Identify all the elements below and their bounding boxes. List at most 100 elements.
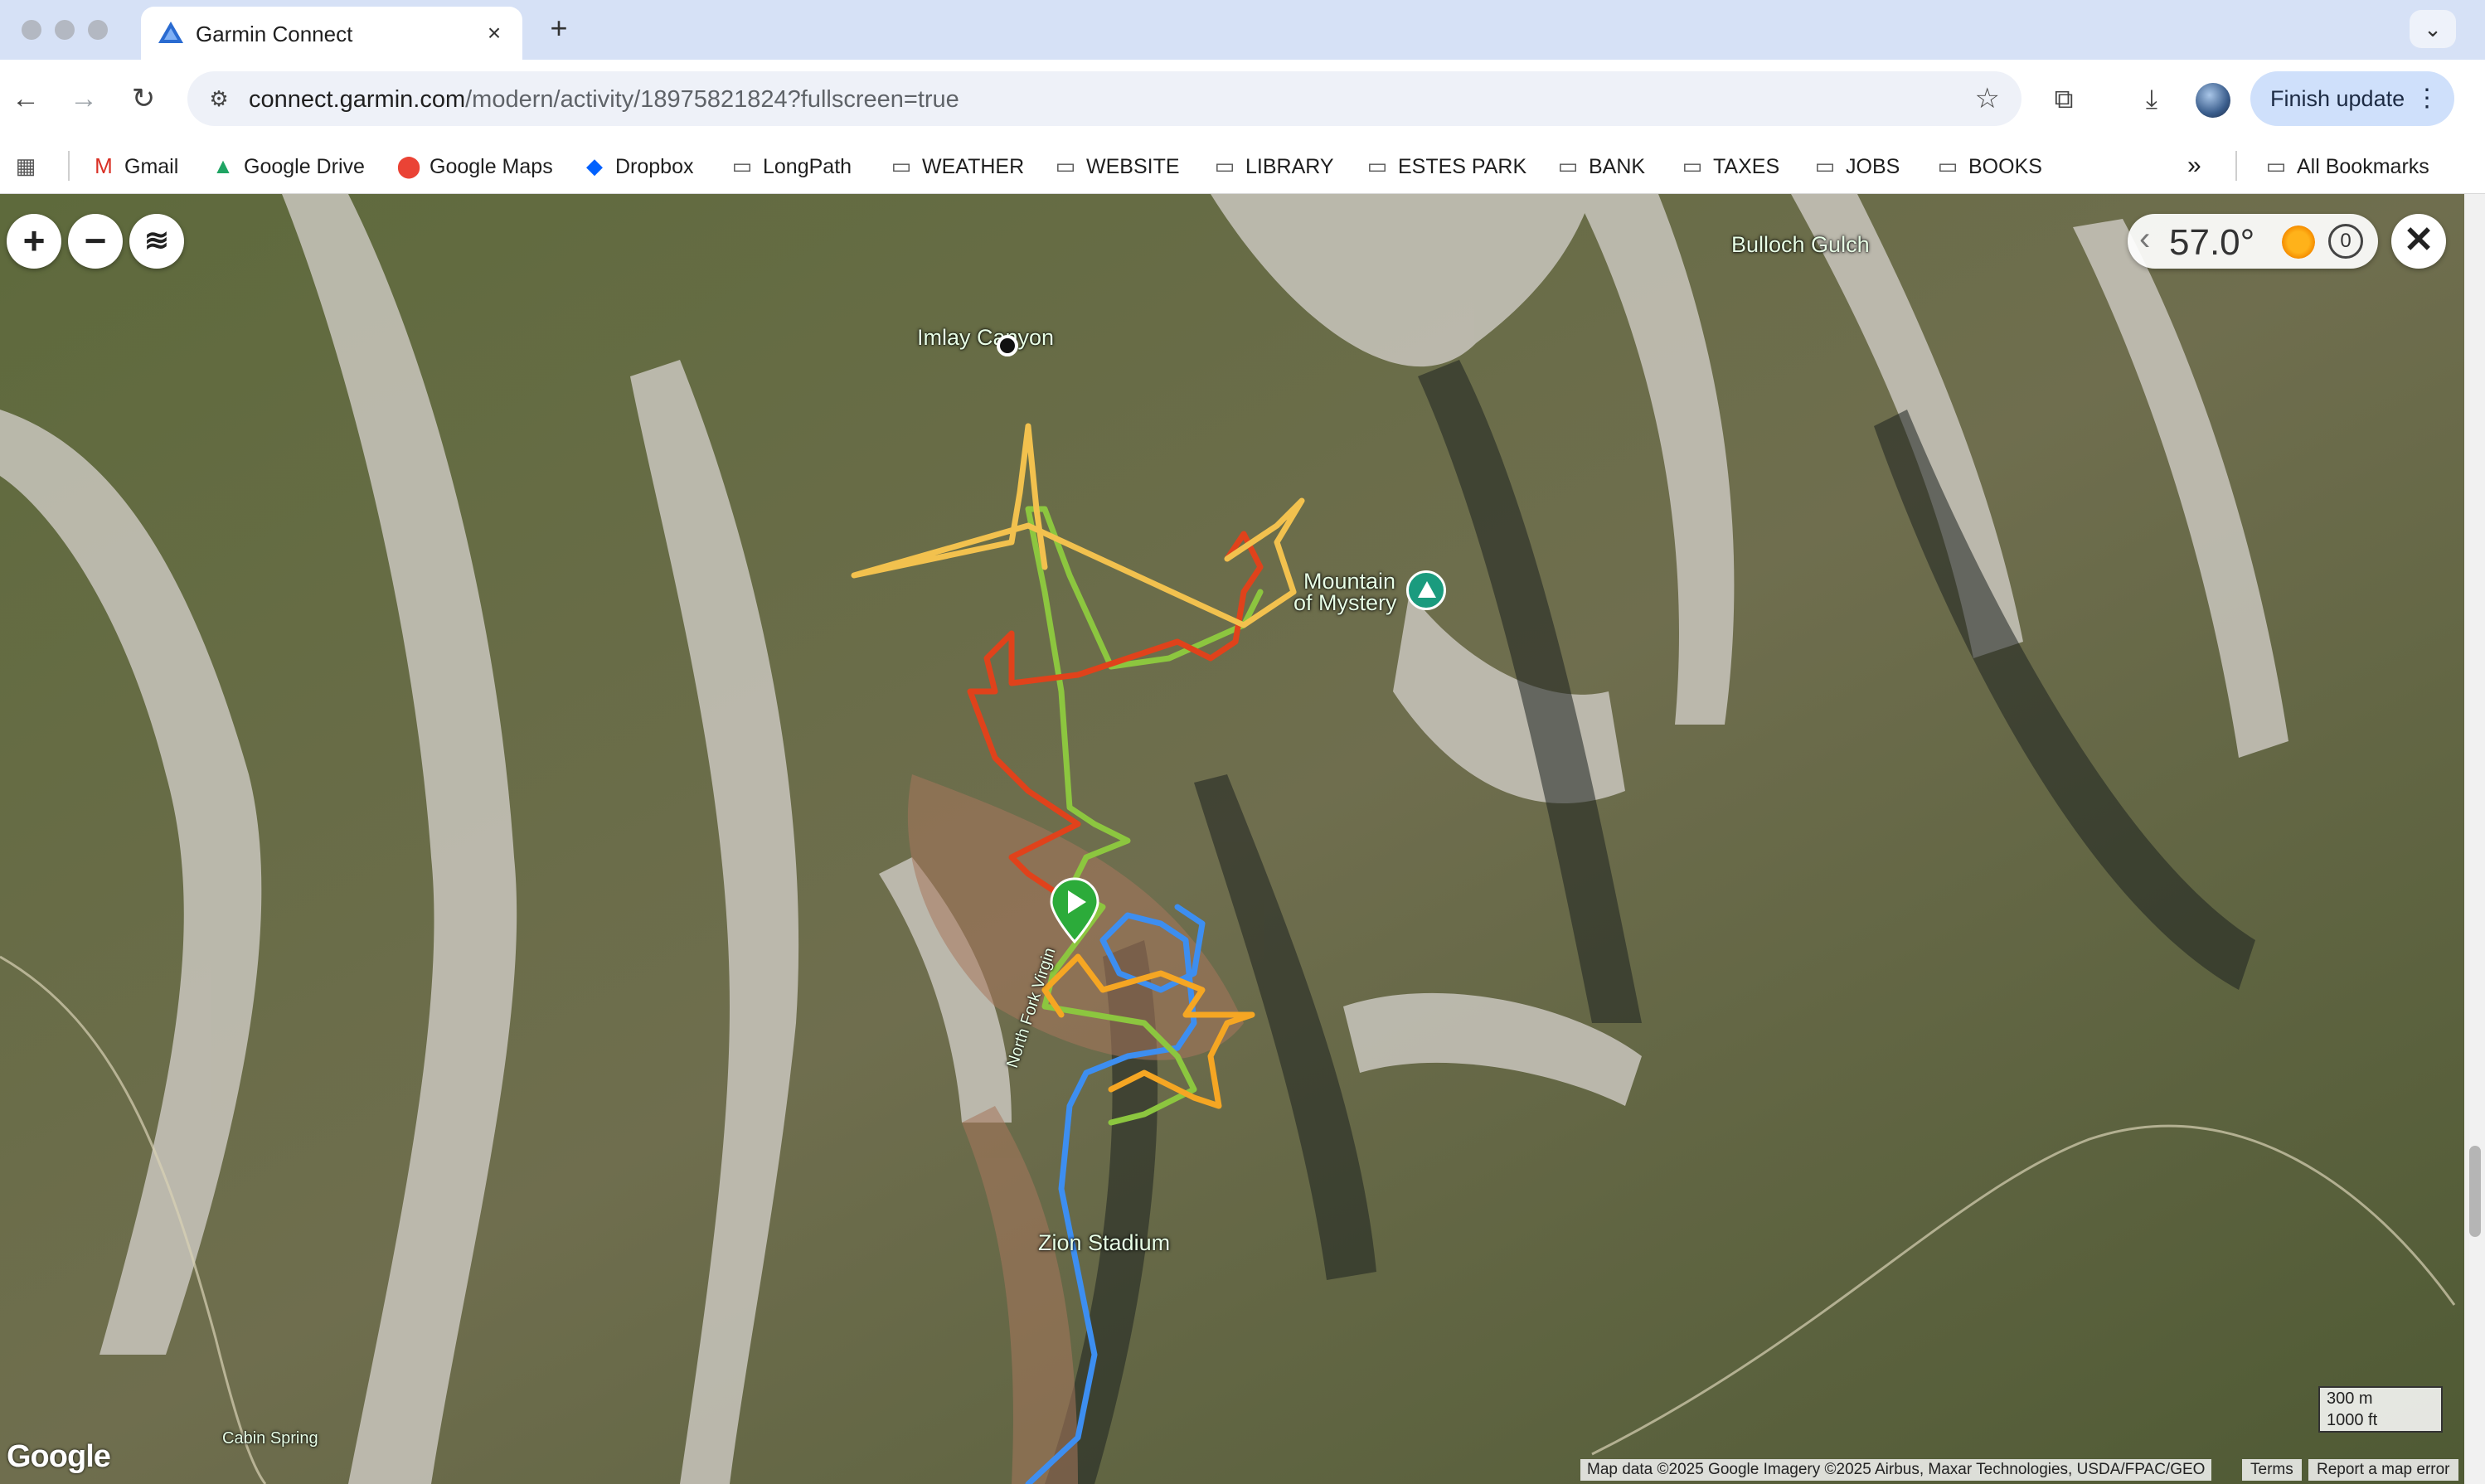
- chevron-left-icon[interactable]: ‹: [2139, 221, 2150, 258]
- close-fullscreen-button[interactable]: ✕: [2391, 214, 2446, 269]
- map-label-bulloch-gulch: Bulloch Gulch: [1731, 232, 1870, 257]
- folder-icon: ▭: [891, 153, 912, 178]
- map-label-cabin-spring: Cabin Spring: [222, 1429, 318, 1448]
- address-bar[interactable]: ⚙ connect.garmin.com/modern/activity/189…: [187, 71, 2021, 126]
- profile-avatar[interactable]: [2196, 83, 2230, 118]
- folder-icon: ▭: [1366, 153, 1388, 178]
- download-icon[interactable]: ⤓: [2131, 78, 2172, 119]
- track-segment-red: [967, 531, 1264, 910]
- folder-icon: ▭: [1814, 153, 1836, 178]
- terms-link[interactable]: Terms: [2242, 1459, 2302, 1481]
- summit-marker-icon[interactable]: [1406, 570, 1446, 610]
- dropbox-icon: ◆: [586, 153, 603, 178]
- scale-metric: 300 m: [2318, 1386, 2443, 1409]
- bookmark-folder-library[interactable]: ▭ LIBRARY: [1212, 148, 1334, 184]
- bookmark-label: BOOKS: [1968, 155, 2042, 178]
- folder-icon: ▭: [1055, 153, 1076, 178]
- back-icon[interactable]: ←: [5, 78, 46, 119]
- zoom-out-button[interactable]: −: [68, 214, 123, 269]
- finish-update-label: Finish update: [2270, 86, 2405, 111]
- folder-icon: ▭: [1214, 153, 1235, 178]
- close-tab-icon[interactable]: ×: [479, 18, 509, 48]
- bookmark-folder-estes-park[interactable]: ▭ ESTES PARK: [1365, 148, 1526, 184]
- bookmark-folder-taxes[interactable]: ▭ TAXES: [1680, 148, 1779, 184]
- sun-icon: [2282, 226, 2315, 259]
- finish-update-button[interactable]: Finish update ⋮: [2250, 71, 2454, 126]
- bookmark-label: Gmail: [124, 155, 179, 178]
- bookmark-google-drive[interactable]: ▲ Google Drive: [211, 148, 365, 184]
- more-menu-icon[interactable]: ⋮: [2415, 71, 2439, 126]
- url-text[interactable]: connect.garmin.com/modern/activity/18975…: [249, 86, 959, 114]
- apps-grid-icon[interactable]: ▦: [13, 148, 46, 184]
- bookmark-label: LIBRARY: [1245, 155, 1334, 178]
- maximize-window-button[interactable]: [88, 20, 108, 40]
- bookmark-google-maps[interactable]: ⬤ Google Maps: [396, 148, 553, 184]
- bookmark-label: TAXES: [1713, 155, 1780, 178]
- bookmark-folder-weather[interactable]: ▭ WEATHER: [889, 148, 1024, 184]
- map-scale: 300 m 1000 ft: [2318, 1386, 2443, 1433]
- bookmark-label: Google Drive: [244, 155, 365, 178]
- bookmarks-bar: ▦ M Gmail ▲ Google Drive ⬤ Google Maps ◆ Dro…: [0, 139, 2485, 194]
- bookmark-star-icon[interactable]: ☆: [1975, 83, 2000, 114]
- report-map-error-link[interactable]: Report a map error: [2308, 1459, 2458, 1481]
- bookmark-label: BANK: [1589, 155, 1646, 178]
- bookmark-label: WEBSITE: [1086, 155, 1180, 178]
- track-segment-orange: [1041, 953, 1255, 1109]
- bookmarks-divider: [2235, 151, 2237, 181]
- site-info-icon[interactable]: ⚙: [204, 85, 234, 113]
- minimize-window-button[interactable]: [55, 20, 75, 40]
- gmail-icon: M: [95, 153, 113, 178]
- activity-track: [851, 423, 1305, 1484]
- folder-icon: ▭: [1682, 153, 1703, 178]
- scrollbar-thumb[interactable]: [2469, 1146, 2481, 1237]
- new-tab-button[interactable]: +: [541, 12, 577, 48]
- layers-icon[interactable]: ≋: [129, 214, 184, 269]
- close-window-button[interactable]: [22, 20, 41, 40]
- zoom-in-button[interactable]: +: [7, 214, 61, 269]
- page-scrollbar[interactable]: [2464, 194, 2485, 1484]
- extensions-icon[interactable]: ⧉: [2043, 78, 2085, 119]
- folder-icon: ▭: [731, 153, 753, 178]
- bookmarks-divider: [68, 151, 70, 181]
- google-maps-icon: ⬤: [396, 153, 421, 178]
- tab-strip: Garmin Connect × + ⌄: [0, 0, 2485, 60]
- weather-widget[interactable]: ‹ 57.0° 0: [2128, 214, 2378, 269]
- more-bookmarks-icon[interactable]: »: [2187, 148, 2201, 184]
- bookmark-folder-books[interactable]: ▭ BOOKS: [1935, 148, 2042, 184]
- browser-toolbar: ← → ↻ ⚙ connect.garmin.com/modern/activi…: [0, 60, 2485, 139]
- bookmark-label: ESTES PARK: [1398, 155, 1527, 178]
- tab-search-button[interactable]: ⌄: [2410, 10, 2456, 48]
- bookmark-label: Dropbox: [615, 155, 694, 178]
- google-logo: Google: [7, 1439, 111, 1474]
- all-bookmarks-label: All Bookmarks: [2297, 155, 2429, 178]
- waypoint-marker-icon[interactable]: [997, 335, 1018, 356]
- bookmark-label: Google Maps: [430, 155, 553, 178]
- bookmark-folder-bank[interactable]: ▭ BANK: [1556, 148, 1645, 184]
- track-segment-blue: [1025, 904, 1206, 1484]
- folder-icon: ▭: [2265, 153, 2287, 178]
- url-path: /modern/activity/18975821824?fullscreen=…: [465, 86, 959, 113]
- activity-map[interactable]: + − ≋ Bulloch Gulch Imlay Canyon Mountai…: [0, 194, 2464, 1484]
- folder-icon: ▭: [1937, 153, 1958, 178]
- forward-icon[interactable]: →: [63, 78, 104, 119]
- map-attribution: Map data ©2025 Google Imagery ©2025 Airb…: [1580, 1459, 2212, 1481]
- map-label-mountain-of-mystery-2: of Mystery: [1293, 590, 1397, 615]
- bookmark-folder-website[interactable]: ▭ WEBSITE: [1053, 148, 1180, 184]
- garmin-favicon-icon: [158, 22, 183, 43]
- reload-icon[interactable]: ↻: [123, 78, 164, 119]
- bookmark-gmail[interactable]: M Gmail: [91, 148, 178, 184]
- map-label-zion-stadium: Zion Stadium: [1038, 1230, 1171, 1255]
- scale-imperial: 1000 ft: [2318, 1409, 2443, 1433]
- map-label-imlay-canyon: Imlay Canyon: [917, 325, 1055, 350]
- url-host: connect.garmin.com: [249, 86, 466, 113]
- bookmark-folder-jobs[interactable]: ▭ JOBS: [1813, 148, 1900, 184]
- bookmark-folder-longpath[interactable]: ▭ LongPath: [730, 148, 852, 184]
- active-tab[interactable]: Garmin Connect ×: [141, 7, 522, 60]
- bookmark-label: JOBS: [1846, 155, 1900, 178]
- bookmark-label: WEATHER: [922, 155, 1025, 178]
- start-marker-icon[interactable]: [1048, 877, 1101, 943]
- bookmark-dropbox[interactable]: ◆ Dropbox: [582, 148, 694, 184]
- tab-title: Garmin Connect: [196, 22, 353, 46]
- bookmark-label: LongPath: [763, 155, 852, 178]
- all-bookmarks-folder[interactable]: ▭ All Bookmarks: [2264, 148, 2429, 184]
